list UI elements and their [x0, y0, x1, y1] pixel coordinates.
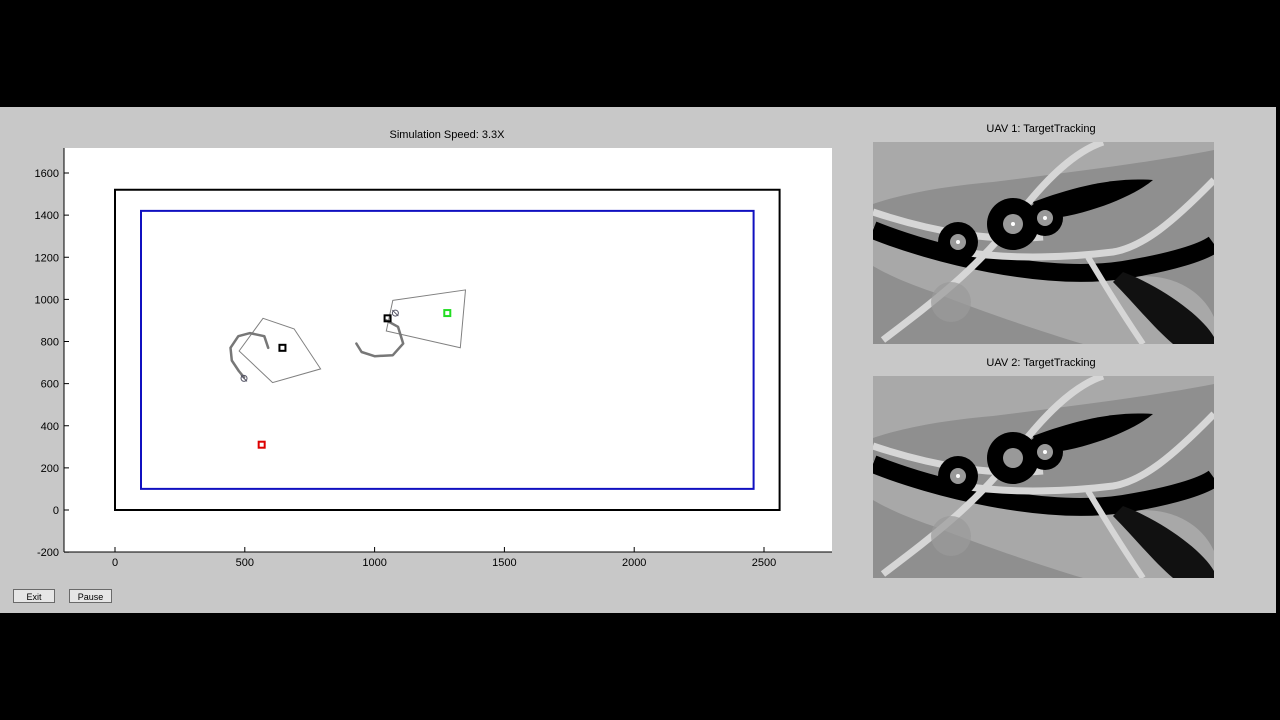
y-tick-label: 600 [41, 379, 59, 391]
x-tick-label: 500 [236, 557, 254, 569]
camera-view-uav1 [873, 142, 1214, 344]
x-tick-label: 2000 [622, 557, 646, 569]
x-tick-label: 1000 [362, 557, 386, 569]
y-tick-label: 400 [41, 421, 59, 433]
camera-view-uav2 [873, 376, 1214, 578]
y-tick-label: 0 [53, 505, 59, 517]
x-tick-label: 0 [112, 557, 118, 569]
main-plot[interactable]: 0 500 1000 1500 2000 250016001400120010008006… [0, 107, 840, 577]
y-tick-label: -200 [37, 547, 59, 559]
exit-button[interactable]: Exit [13, 589, 55, 603]
y-tick-label: 1400 [35, 210, 59, 222]
y-tick-label: 1600 [35, 168, 59, 180]
y-tick-label: 800 [41, 337, 59, 349]
figure-window: Simulation Speed: 3.3X 0 500 1000 1500 2000 2… [0, 107, 1276, 613]
pause-button[interactable]: Pause [69, 589, 112, 603]
y-tick-label: 200 [41, 463, 59, 475]
x-tick-label: 1500 [492, 557, 516, 569]
x-tick-label: 2500 [752, 557, 776, 569]
camera-title-uav1: UAV 1: TargetTracking [986, 123, 1096, 135]
y-tick-label: 1200 [35, 252, 59, 264]
plot-area [64, 148, 832, 552]
y-tick-label: 1000 [35, 294, 59, 306]
camera-title-uav2: UAV 2: TargetTracking [986, 357, 1096, 369]
